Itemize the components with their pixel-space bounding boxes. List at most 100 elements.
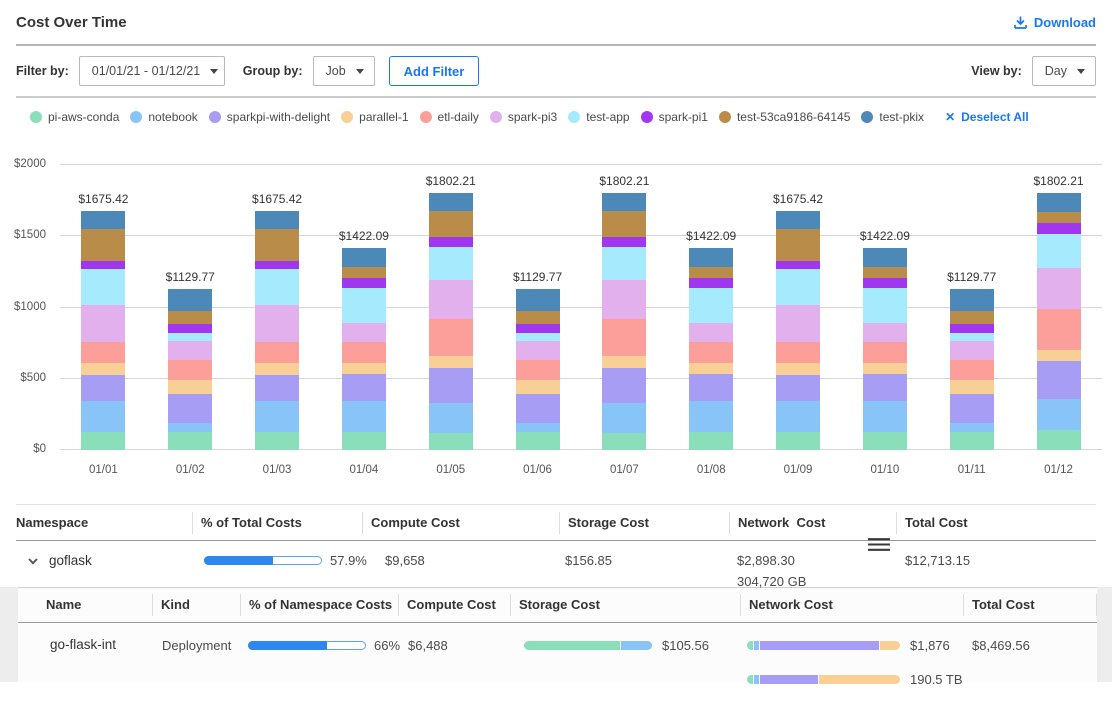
- bar-segment-test-pkix[interactable]: [168, 289, 212, 311]
- legend-item-sparkpi-with-delight[interactable]: sparkpi-with-delight: [209, 110, 330, 124]
- bar-segment-spark-pi1[interactable]: [81, 261, 125, 270]
- bar-segment-test-53ca9186-64145[interactable]: [602, 211, 646, 238]
- bar-segment-parallel-1[interactable]: [602, 356, 646, 368]
- bar-segment-parallel-1[interactable]: [689, 363, 733, 374]
- bar-segment-parallel-1[interactable]: [1037, 350, 1081, 362]
- legend-item-spark-pi3[interactable]: spark-pi3: [490, 110, 557, 124]
- bar-stack-01/10[interactable]: [863, 248, 907, 450]
- bar-segment-spark-pi3[interactable]: [602, 280, 646, 319]
- bar-segment-test-pkix[interactable]: [863, 248, 907, 268]
- bar-segment-test-pkix[interactable]: [950, 289, 994, 311]
- bar-segment-test-53ca9186-64145[interactable]: [81, 229, 125, 260]
- bar-stack-01/04[interactable]: [342, 248, 386, 450]
- bar-segment-spark-pi1[interactable]: [689, 278, 733, 288]
- bar-segment-pi-aws-conda[interactable]: [255, 432, 299, 450]
- bar-segment-test-53ca9186-64145[interactable]: [1037, 212, 1081, 223]
- bar-segment-notebook[interactable]: [776, 401, 820, 431]
- bar-segment-test-app[interactable]: [342, 288, 386, 323]
- bar-stack-01/08[interactable]: [689, 248, 733, 450]
- bar-stack-01/09[interactable]: [776, 211, 820, 450]
- bar-segment-spark-pi1[interactable]: [168, 324, 212, 334]
- bar-segment-etl-daily[interactable]: [776, 342, 820, 363]
- bar-segment-sparkpi-with-delight[interactable]: [1037, 361, 1081, 399]
- bar-segment-parallel-1[interactable]: [950, 380, 994, 394]
- bar-segment-notebook[interactable]: [602, 403, 646, 433]
- bar-segment-etl-daily[interactable]: [1037, 309, 1081, 349]
- legend-item-spark-pi1[interactable]: spark-pi1: [641, 110, 708, 124]
- bar-segment-etl-daily[interactable]: [950, 360, 994, 380]
- bar-segment-parallel-1[interactable]: [255, 363, 299, 375]
- bar-segment-parallel-1[interactable]: [81, 363, 125, 375]
- bar-segment-pi-aws-conda[interactable]: [168, 432, 212, 450]
- bar-segment-notebook[interactable]: [863, 401, 907, 432]
- bar-segment-test-pkix[interactable]: [429, 193, 473, 211]
- bar-segment-spark-pi1[interactable]: [1037, 223, 1081, 234]
- bar-stack-01/07[interactable]: [602, 193, 646, 450]
- bar-segment-test-app[interactable]: [168, 333, 212, 341]
- bar-segment-test-pkix[interactable]: [1037, 193, 1081, 212]
- bar-segment-etl-daily[interactable]: [342, 342, 386, 363]
- legend-item-pi-aws-conda[interactable]: pi-aws-conda: [30, 110, 119, 124]
- bar-segment-sparkpi-with-delight[interactable]: [516, 394, 560, 423]
- view-by-select[interactable]: Day: [1032, 56, 1096, 86]
- bar-segment-test-pkix[interactable]: [776, 211, 820, 229]
- bar-stack-01/05[interactable]: [429, 193, 473, 450]
- deselect-all-button[interactable]: ✕ Deselect All: [945, 110, 1029, 124]
- bar-segment-test-53ca9186-64145[interactable]: [863, 267, 907, 277]
- bar-segment-spark-pi1[interactable]: [863, 278, 907, 288]
- bar-segment-spark-pi3[interactable]: [342, 323, 386, 342]
- bar-segment-test-pkix[interactable]: [516, 289, 560, 311]
- bar-segment-parallel-1[interactable]: [342, 363, 386, 374]
- bar-segment-spark-pi3[interactable]: [950, 341, 994, 361]
- date-range-select[interactable]: 01/01/21 - 01/12/21: [79, 56, 225, 86]
- legend-item-test-53ca9186-64145[interactable]: test-53ca9186-64145: [719, 110, 850, 124]
- bar-segment-notebook[interactable]: [342, 401, 386, 432]
- bar-segment-notebook[interactable]: [950, 423, 994, 432]
- bar-segment-test-53ca9186-64145[interactable]: [255, 229, 299, 260]
- bar-segment-spark-pi1[interactable]: [516, 324, 560, 334]
- bar-segment-spark-pi3[interactable]: [429, 280, 473, 319]
- bar-segment-test-app[interactable]: [255, 269, 299, 305]
- bar-segment-spark-pi1[interactable]: [776, 261, 820, 270]
- bar-stack-01/06[interactable]: [516, 289, 560, 450]
- bar-segment-test-app[interactable]: [950, 333, 994, 341]
- legend-item-etl-daily[interactable]: etl-daily: [420, 110, 479, 124]
- legend-item-test-pkix[interactable]: test-pkix: [861, 110, 924, 124]
- bar-segment-pi-aws-conda[interactable]: [689, 432, 733, 450]
- bar-segment-notebook[interactable]: [516, 423, 560, 432]
- bar-stack-01/12[interactable]: [1037, 193, 1081, 450]
- bar-segment-parallel-1[interactable]: [168, 380, 212, 394]
- bar-segment-spark-pi1[interactable]: [342, 278, 386, 288]
- bar-segment-spark-pi3[interactable]: [168, 341, 212, 361]
- bar-segment-spark-pi3[interactable]: [81, 305, 125, 342]
- download-button[interactable]: Download: [1013, 15, 1096, 30]
- bar-segment-test-53ca9186-64145[interactable]: [168, 311, 212, 324]
- bar-segment-test-pkix[interactable]: [602, 193, 646, 211]
- bar-segment-test-app[interactable]: [602, 247, 646, 280]
- bar-segment-spark-pi3[interactable]: [863, 323, 907, 342]
- workload-name[interactable]: go-flask-int: [18, 635, 152, 703]
- namespace-name[interactable]: goflask: [49, 553, 92, 568]
- bar-segment-notebook[interactable]: [689, 401, 733, 432]
- bar-segment-spark-pi1[interactable]: [429, 237, 473, 246]
- bar-stack-01/11[interactable]: [950, 289, 994, 450]
- bar-segment-pi-aws-conda[interactable]: [429, 433, 473, 450]
- bar-segment-sparkpi-with-delight[interactable]: [429, 368, 473, 403]
- bar-segment-notebook[interactable]: [255, 401, 299, 431]
- bar-segment-etl-daily[interactable]: [689, 342, 733, 363]
- bar-segment-sparkpi-with-delight[interactable]: [255, 375, 299, 402]
- bar-segment-etl-daily[interactable]: [81, 342, 125, 363]
- bar-segment-sparkpi-with-delight[interactable]: [602, 368, 646, 403]
- bar-segment-sparkpi-with-delight[interactable]: [950, 394, 994, 423]
- bar-segment-test-app[interactable]: [516, 333, 560, 341]
- bar-segment-test-app[interactable]: [776, 269, 820, 305]
- bar-segment-pi-aws-conda[interactable]: [950, 432, 994, 450]
- bar-segment-test-app[interactable]: [689, 288, 733, 323]
- bar-segment-test-app[interactable]: [863, 288, 907, 323]
- bar-segment-spark-pi1[interactable]: [602, 237, 646, 246]
- bar-segment-pi-aws-conda[interactable]: [863, 432, 907, 450]
- bar-segment-sparkpi-with-delight[interactable]: [81, 375, 125, 402]
- legend-item-notebook[interactable]: notebook: [130, 110, 197, 124]
- bar-segment-etl-daily[interactable]: [602, 319, 646, 356]
- bar-stack-01/03[interactable]: [255, 211, 299, 450]
